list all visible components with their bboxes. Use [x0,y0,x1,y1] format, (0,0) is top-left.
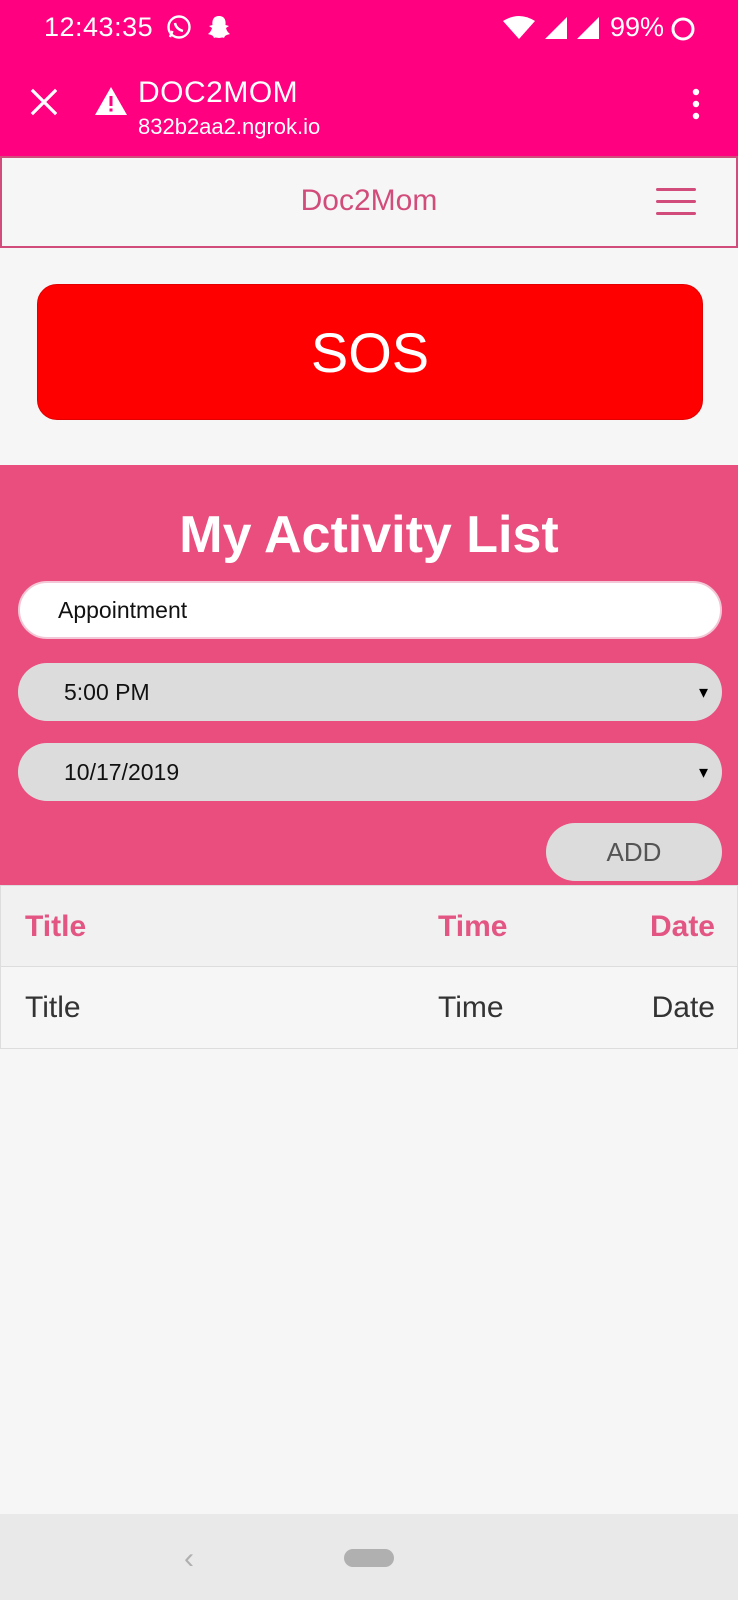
chevron-down-icon: ▾ [698,682,708,702]
browser-url[interactable]: 832b2aa2.ngrok.io [138,114,320,140]
table-header-row: Title Time Date [0,885,738,967]
activity-panel: My Activity List Appointment 5:00 PM ▾ 1… [0,465,738,885]
chevron-down-icon: ▾ [698,762,708,782]
activity-title-input[interactable]: Appointment [18,581,722,639]
sos-button[interactable]: SOS [37,284,703,420]
add-button[interactable]: ADD [546,823,722,881]
status-time: 12:43:35 [44,12,154,42]
whatsapp-icon [167,15,191,39]
app-navbar: Doc2Mom [0,156,738,248]
activity-time-select[interactable]: 5:00 PM ▾ [18,663,722,721]
snapchat-icon [208,16,230,38]
browser-page-title: DOC2MOM [138,76,299,109]
signal-icon [577,17,599,39]
cell-date: Date [651,991,715,1024]
warning-icon[interactable] [94,86,128,116]
status-bar: 12:43:35 99% [0,0,738,56]
home-pill-icon[interactable] [344,1549,394,1567]
cell-time: Time [438,991,504,1024]
signal-icon [545,17,567,39]
back-icon[interactable]: ‹ [184,1542,194,1576]
header-time: Time [438,910,508,943]
wifi-icon [503,16,535,39]
header-date: Date [649,910,715,943]
table-row: Title Time Date [0,967,738,1049]
close-icon[interactable] [26,84,62,120]
browser-top-bar: 12:43:35 99% DOC2MOM 832b2aa2.ngrok.io [0,0,738,156]
activity-time-value: 5:00 PM [64,679,150,705]
battery-circle-icon [671,17,695,41]
cell-title: Title [25,991,81,1024]
header-title: Title [25,910,87,943]
hamburger-icon[interactable] [656,188,696,216]
battery-percent: 99% [610,12,665,42]
system-navigation-bar: ‹ [0,1514,738,1600]
navbar-brand[interactable]: Doc2Mom [2,184,736,218]
activity-title-value: Appointment [58,597,188,623]
more-vert-icon[interactable] [682,86,710,122]
activity-date-value: 10/17/2019 [64,759,180,785]
activity-date-select[interactable]: 10/17/2019 ▾ [18,743,722,801]
activity-heading: My Activity List [179,506,559,564]
activity-table: Title Time Date Title Time Date [0,885,738,1049]
